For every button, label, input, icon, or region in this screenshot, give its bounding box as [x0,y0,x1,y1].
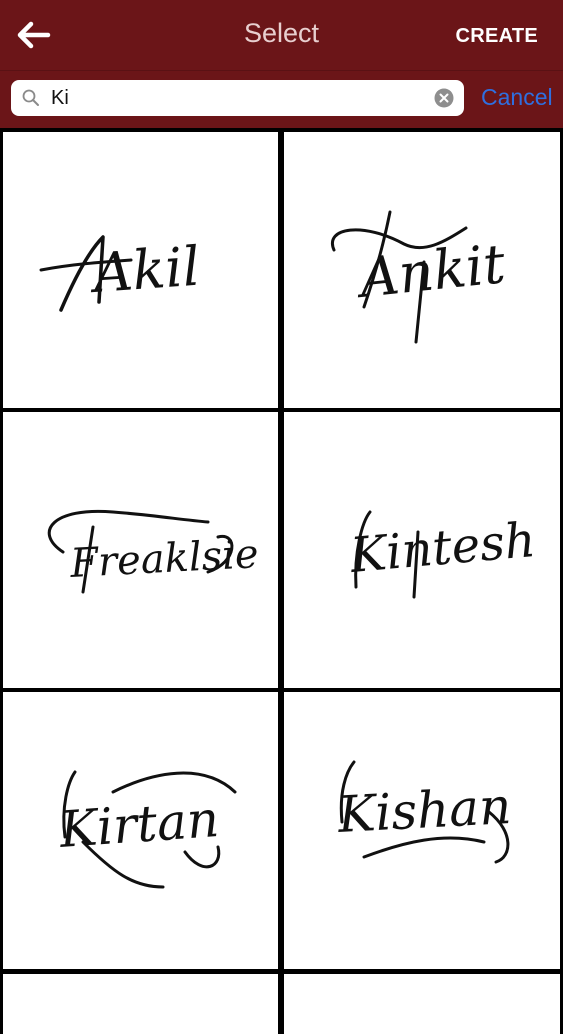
signature-card-ankit[interactable]: Ankit [284,132,560,408]
signature-name: Kirtan [57,790,221,859]
signature-name: Akil [87,235,202,306]
signature-name: Kintesh [347,512,538,584]
search-icon [22,89,39,106]
signature-name: Freaklsie [68,531,260,587]
signature-card-partial[interactable] [3,974,278,1034]
signature-card-partial[interactable] [284,974,560,1034]
signature-grid: Akil Ankit Freaklsie Kintesh Kirtan Kish… [0,128,563,1034]
signature-name: Kishan [336,777,513,844]
signature-image: Ankit [330,210,509,344]
signature-image: Kishan [336,760,513,864]
signature-card-akil[interactable]: Akil [3,132,278,408]
signature-card-freaklsie[interactable]: Freaklsie [3,412,278,688]
signature-image: Kintesh [347,510,538,599]
search-bar [0,70,563,129]
search-box[interactable] [11,80,464,116]
signature-name: Ankit [352,232,509,310]
signature-image: Freaklsie [47,509,260,594]
signature-image: Kirtan [57,770,237,889]
signature-card-kishan[interactable]: Kishan [284,692,560,969]
create-button[interactable]: CREATE [455,25,538,48]
clear-search-icon[interactable] [434,88,454,108]
signature-card-kirtan[interactable]: Kirtan [3,692,278,969]
signature-image: Akil [39,235,202,312]
top-bar: Select CREATE [0,0,563,70]
search-input[interactable] [51,80,431,116]
cancel-button[interactable]: Cancel [481,84,553,111]
signature-card-kintesh[interactable]: Kintesh [284,412,560,688]
